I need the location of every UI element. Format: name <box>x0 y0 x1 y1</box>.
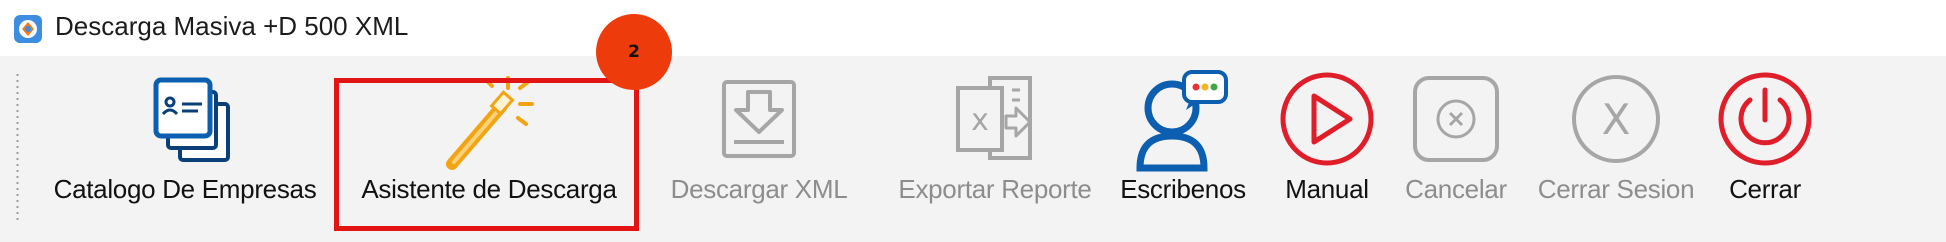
cancel-icon <box>1413 76 1499 162</box>
close-label: Cerrar <box>1729 174 1801 204</box>
download-icon <box>722 80 796 158</box>
svg-text:X: X <box>1602 95 1631 144</box>
close-button[interactable]: Cerrar <box>1710 56 1820 242</box>
company-catalog-icon <box>153 77 230 162</box>
svg-text:x: x <box>971 103 989 138</box>
step-number-badge: 2 <box>596 14 672 90</box>
window-title: Descarga Masiva +D 500 XML <box>55 11 409 41</box>
manual-label: Manual <box>1285 174 1369 204</box>
catalog-companies-label: Catalogo De Empresas <box>53 174 317 204</box>
cancel-button[interactable]: Cancelar <box>1386 56 1526 242</box>
title-bar: Descarga Masiva +D 500 XML <box>0 0 1946 56</box>
contact-us-button[interactable]: Escribenos <box>1108 56 1258 242</box>
toolbar-grip[interactable] <box>16 72 19 220</box>
main-toolbar: Catalogo De Empresas Asistente de Descar… <box>0 56 1946 242</box>
logout-label: Cerrar Sesion <box>1537 174 1695 204</box>
step-highlight-box <box>334 78 639 231</box>
export-excel-icon: x <box>956 76 1032 160</box>
app-logo-icon <box>14 15 42 43</box>
logout-button[interactable]: X Cerrar Sesion <box>1526 56 1706 242</box>
contact-us-label: Escribenos <box>1120 174 1246 204</box>
chat-user-icon <box>1136 70 1228 172</box>
play-icon <box>1280 72 1374 166</box>
power-icon <box>1718 72 1812 166</box>
catalog-companies-button[interactable]: Catalogo De Empresas <box>40 56 330 242</box>
download-xml-button[interactable]: Descargar XML <box>654 56 864 242</box>
export-report-button[interactable]: x Exportar Reporte <box>880 56 1110 242</box>
export-report-label: Exportar Reporte <box>898 174 1092 204</box>
cancel-label: Cancelar <box>1405 174 1507 204</box>
logout-x-icon: X <box>1572 75 1660 163</box>
download-xml-label: Descargar XML <box>670 174 848 204</box>
manual-button[interactable]: Manual <box>1262 56 1392 242</box>
